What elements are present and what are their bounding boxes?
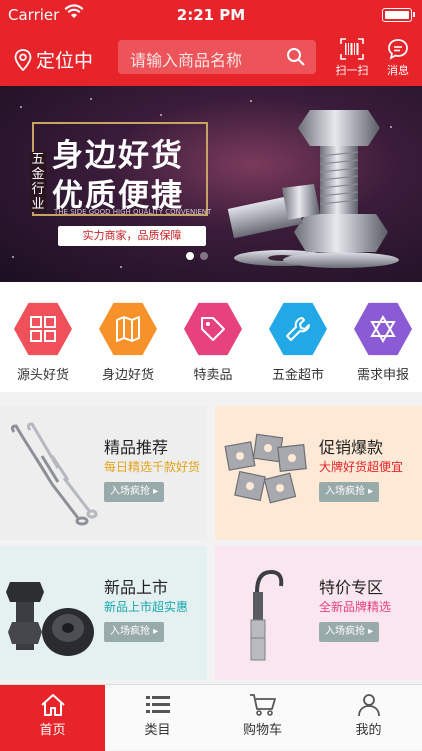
banner-headline-1: 身边好货 [52, 138, 184, 174]
promo-card-hot-sale[interactable]: 促销爆款 大牌好货超便宜 入场疯抢 ▸ [215, 406, 422, 540]
category-label: 需求申报 [356, 368, 409, 383]
category-item-hardware[interactable]: 五金超市 [256, 300, 340, 383]
status-bar: Carrier 2:21 PM [0, 0, 422, 30]
category-item-sale[interactable]: 特卖品 [171, 300, 255, 383]
banner-vertical-text: 五金行业 [30, 152, 46, 212]
promo-title: 特价专区 [319, 578, 384, 597]
category-label: 源头好货 [16, 368, 69, 383]
search-input[interactable]: 请输入商品名称 [118, 40, 316, 74]
tab-cart[interactable]: 购物车 [210, 685, 315, 751]
category-label: 五金超市 [271, 368, 324, 383]
promo-enter-button[interactable]: 入场疯抢 ▸ [104, 482, 165, 502]
search-icon[interactable] [286, 47, 306, 67]
promo-title: 促销爆款 [319, 438, 384, 457]
banner-english-text: THE SIDE GOOD HIGH QUALITY CONVENIENT [54, 208, 212, 216]
promo-subtitle: 每日精选千款好货 [104, 460, 201, 474]
tab-label: 首页 [39, 723, 66, 738]
square-washers-image [224, 433, 307, 504]
hook-anchor-image [250, 569, 284, 661]
category-row: 源头好货 身边好货 特卖品 五金超市 需求申报 [0, 282, 422, 392]
tab-label: 我的 [355, 723, 382, 738]
map-icon [99, 302, 157, 356]
banner-slogan: 实力商家，品质保障 [58, 226, 206, 246]
promo-card-special-offer[interactable]: 特价专区 全新品牌精选 入场疯抢 ▸ [215, 546, 422, 680]
promo-enter-button[interactable]: 入场疯抢 ▸ [319, 482, 380, 502]
tab-profile[interactable]: 我的 [315, 685, 422, 751]
tab-label: 购物车 [242, 723, 282, 738]
clock: 2:21 PM [176, 6, 246, 24]
battery-icon [382, 8, 415, 22]
barcode-scan-icon [340, 38, 364, 60]
scan-label: 扫一扫 [335, 64, 369, 77]
location-button[interactable]: 定位中 [14, 46, 93, 73]
category-item-request[interactable]: 需求申报 [341, 300, 422, 383]
banner-dot-1[interactable] [186, 252, 194, 260]
turnbuckle-image [10, 422, 98, 526]
star-of-david-icon [354, 302, 412, 356]
promo-card-featured[interactable]: 精品推荐 每日精选千款好货 入场疯抢 ▸ [0, 406, 207, 540]
category-item-source[interactable]: 源头好货 [1, 300, 85, 383]
list-icon [145, 696, 170, 713]
promo-title: 精品推荐 [104, 438, 169, 457]
promo-subtitle: 新品上市超实惠 [104, 600, 189, 614]
promo-enter-button[interactable]: 入场疯抢 ▸ [104, 622, 165, 642]
wrench-icon [269, 302, 327, 356]
category-label: 特卖品 [193, 368, 233, 383]
location-label: 定位中 [36, 50, 94, 72]
cart-icon [249, 694, 276, 716]
tab-label: 类目 [144, 723, 171, 738]
promo-title: 新品上市 [104, 578, 169, 597]
message-label: 消息 [387, 64, 409, 77]
bottom-tab-bar: 首页 类目 购物车 我的 [0, 684, 422, 751]
location-pin-icon [14, 48, 32, 71]
top-navbar: 定位中 请输入商品名称 扫一扫 消息 [0, 30, 422, 86]
promo-card-new-arrivals[interactable]: 新品上市 新品上市超实惠 入场疯抢 ▸ [0, 546, 207, 680]
promo-subtitle: 大牌好货超便宜 [319, 460, 404, 474]
promo-button-label: 入场疯抢 [110, 626, 150, 637]
promo-button-label: 入场疯抢 [325, 486, 365, 497]
grid-icon [14, 302, 72, 356]
tab-home[interactable]: 首页 [0, 685, 105, 751]
category-item-nearby[interactable]: 身边好货 [86, 300, 170, 383]
category-label: 身边好货 [101, 368, 154, 383]
tag-icon [184, 302, 242, 356]
promo-button-label: 入场疯抢 [325, 626, 365, 637]
home-icon [40, 694, 65, 716]
promo-enter-button[interactable]: 入场疯抢 ▸ [319, 622, 380, 642]
search-placeholder: 请输入商品名称 [130, 51, 243, 70]
promo-banner[interactable]: 五金行业 身边好货 优质便捷 THE SIDE GOOD HIGH QUALIT… [0, 86, 422, 282]
promo-subtitle: 全新品牌精选 [319, 600, 392, 614]
black-bolt-image [6, 582, 94, 656]
scan-button[interactable]: 扫一扫 [330, 38, 374, 78]
message-bubble-icon [388, 39, 408, 60]
bolt-image [227, 110, 399, 268]
banner-dot-2[interactable] [200, 252, 208, 260]
user-icon [357, 694, 380, 717]
message-button[interactable]: 消息 [376, 38, 420, 78]
tab-category[interactable]: 类目 [105, 685, 210, 751]
promo-button-label: 入场疯抢 [110, 486, 150, 497]
